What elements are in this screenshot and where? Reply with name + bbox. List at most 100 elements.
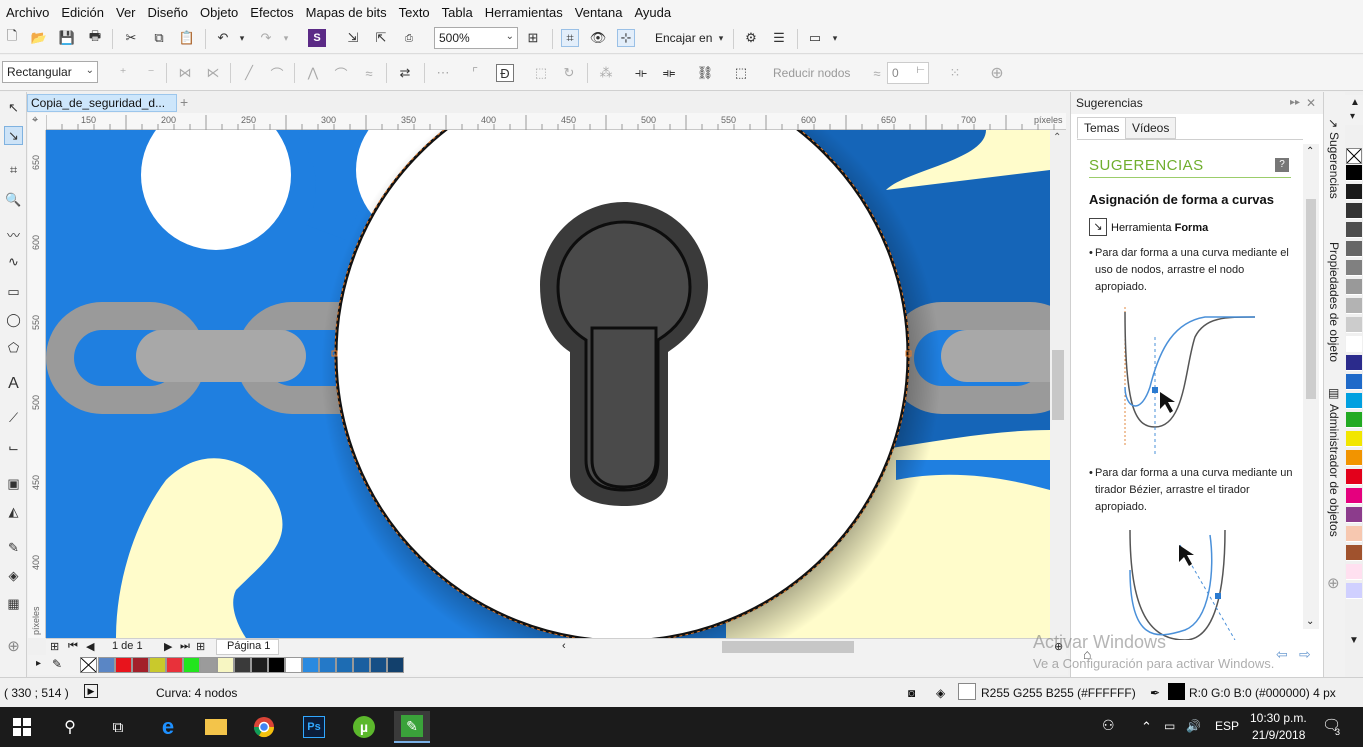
launcher-icon[interactable]: ▭ [806, 29, 824, 47]
undo-icon[interactable]: ↶ [214, 29, 232, 47]
color-swatch[interactable] [387, 657, 404, 673]
chrome-icon[interactable] [246, 711, 282, 743]
clock-time[interactable]: 10:30 p.m. [1250, 711, 1307, 725]
last-page-icon[interactable]: ⏭ [180, 640, 190, 653]
volume-icon[interactable]: 🔊 [1186, 719, 1201, 733]
mirror-vertical-icon[interactable]: ⟚ [660, 64, 678, 82]
keyboard-language[interactable]: ESP [1215, 719, 1239, 733]
ellipse-icon[interactable]: ◯ [4, 310, 23, 329]
extract-subpath-icon[interactable]: ⌜ [466, 64, 484, 82]
align-icon[interactable]: ☰ [770, 29, 788, 47]
select-all-nodes-icon[interactable]: ⬚ [732, 64, 750, 82]
undo-dropdown-icon[interactable]: ▾ [233, 29, 251, 47]
vertical-ruler[interactable]: 650 600 550 500 450 400 píxeles [28, 130, 46, 638]
snap-dropdown-icon[interactable]: ▾ [712, 29, 730, 47]
align-nodes-icon[interactable]: ⁂ [597, 64, 615, 82]
color-swatch[interactable] [166, 657, 183, 673]
side-tab-sugerencias[interactable]: Sugerencias [1327, 132, 1341, 199]
menu-edicion[interactable]: Edición [59, 5, 114, 20]
shape-tool-icon[interactable]: ↘ [4, 126, 23, 145]
ruler-origin[interactable]: ⌖ [28, 113, 46, 130]
reduce-nodes-button[interactable]: Reducir nodos [773, 66, 850, 80]
color-proof-icon[interactable]: ◙ [908, 686, 915, 700]
menu-diseno[interactable]: Diseño [146, 5, 198, 20]
drop-shadow-icon[interactable]: ▣ [4, 474, 23, 493]
horizontal-ruler[interactable]: 150 200 250 300 350 400 450 500 550 600 … [46, 113, 1066, 130]
node-options-icon[interactable]: ⁙ [946, 64, 964, 82]
network-icon[interactable]: ▭ [1164, 719, 1175, 733]
palette-scroll-down-icon[interactable]: ▼ [1349, 635, 1359, 646]
view-mode-icon[interactable]: 👁 [589, 29, 607, 47]
redo-dropdown-icon[interactable]: ▾ [277, 29, 295, 47]
color-swatch[interactable] [149, 657, 166, 673]
redo-icon[interactable]: ↷ [257, 29, 275, 47]
docker-collapse-icon[interactable]: ▸▸ [1290, 92, 1300, 114]
menu-objeto[interactable]: Objeto [198, 5, 248, 20]
add-page-icon[interactable]: ⊞ [50, 640, 59, 653]
add-docker-icon[interactable]: ⊕ [1327, 574, 1340, 592]
windows-start-icon[interactable] [4, 711, 40, 743]
play-icon[interactable]: ▶ [84, 684, 98, 698]
break-curve-icon[interactable]: ⋉ [204, 64, 222, 82]
color-swatch[interactable] [1346, 184, 1362, 200]
color-swatch[interactable] [1346, 203, 1362, 219]
palette-options-icon[interactable]: ▸ [36, 658, 41, 669]
color-swatch[interactable] [1346, 374, 1362, 390]
file-explorer-icon[interactable] [198, 711, 234, 743]
import-icon[interactable]: ⇲ [344, 29, 362, 47]
color-swatch[interactable] [132, 657, 149, 673]
photoshop-icon[interactable]: Ps [296, 711, 332, 743]
delete-node-icon[interactable]: ⁻ [142, 64, 160, 82]
docker-scrollbar[interactable]: ⌃ ⌄ [1303, 144, 1319, 629]
color-swatch[interactable] [1346, 507, 1362, 523]
color-swatch[interactable] [268, 657, 285, 673]
first-page-icon[interactable]: ⏮ [68, 640, 78, 653]
vertical-scrollbar[interactable]: ⌃ [1050, 130, 1066, 638]
outline-pen-icon[interactable]: ✒ [1150, 686, 1160, 700]
zoom-fit-icon[interactable]: ⊞ [524, 29, 542, 47]
color-swatch[interactable] [1346, 431, 1362, 447]
menu-ventana[interactable]: Ventana [573, 5, 633, 20]
crop-icon[interactable]: ⌗ [4, 160, 23, 179]
join-nodes-icon[interactable]: ⋈ [176, 64, 194, 82]
object-manager-tab-icon[interactable]: ▤ [1328, 386, 1339, 400]
menu-efectos[interactable]: Efectos [248, 5, 303, 20]
symmetrical-node-icon[interactable]: ≈ [360, 64, 378, 82]
search-icon[interactable]: ⚲ [52, 711, 88, 743]
options-icon[interactable]: ⚙ [742, 29, 760, 47]
add-node-icon[interactable]: ⁺ [114, 64, 132, 82]
pick-tool-icon[interactable]: ↖ [4, 98, 23, 117]
palette-options-icon[interactable]: ▾ [1350, 111, 1355, 122]
extend-curve-icon[interactable]: ⋯ [434, 64, 452, 82]
selection-mode-combo[interactable]: Rectangular ⌄ [2, 61, 98, 83]
add-page-after-icon[interactable]: ⊞ [196, 640, 205, 653]
print-icon[interactable]: 🖶 [86, 28, 104, 47]
outline-color-swatch[interactable] [1168, 683, 1185, 700]
page-tab[interactable]: Página 1 [216, 639, 280, 655]
horizontal-scrollbar-thumb[interactable] [722, 641, 854, 653]
color-swatch[interactable] [1346, 336, 1362, 352]
scroll-up-icon[interactable]: ⌃ [1306, 146, 1314, 157]
color-swatch[interactable] [1346, 526, 1362, 542]
color-swatch[interactable] [336, 657, 353, 673]
curve-smoothness-input[interactable]: 0 ⊢ [887, 62, 929, 84]
transparency-icon[interactable]: ◭ [4, 502, 23, 521]
no-color-swatch[interactable] [80, 657, 97, 673]
scroll-up-icon[interactable]: ⌃ [1053, 132, 1061, 143]
prev-page-icon[interactable]: ◀ [86, 640, 94, 653]
scroll-left-icon[interactable]: ‹ [562, 640, 566, 652]
copy-icon[interactable]: ⧉ [150, 29, 168, 47]
people-icon[interactable]: ⚇ [1102, 717, 1115, 734]
edge-browser-icon[interactable]: e [150, 711, 186, 743]
close-curve-icon[interactable]: Ð [496, 64, 514, 82]
color-swatch[interactable] [1346, 355, 1362, 371]
menu-mapas-de-bits[interactable]: Mapas de bits [304, 5, 397, 20]
color-swatch[interactable] [115, 657, 132, 673]
cut-icon[interactable]: ✂ [122, 29, 140, 47]
fill-icon[interactable]: ◈ [936, 686, 945, 700]
corel-connect-icon[interactable]: S [308, 29, 326, 47]
back-icon[interactable]: ⇦ [1276, 646, 1288, 663]
no-color-swatch[interactable] [1346, 148, 1362, 164]
color-swatch[interactable] [353, 657, 370, 673]
task-view-icon[interactable]: ⧉ [100, 711, 136, 743]
